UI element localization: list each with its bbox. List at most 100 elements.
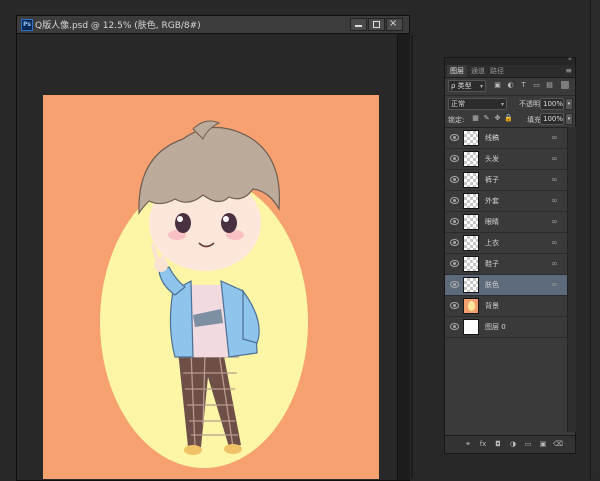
canvas-image[interactable] [43, 95, 379, 479]
lock-image-icon[interactable]: ✎ [482, 114, 491, 123]
link-icon: ∞ [551, 259, 558, 268]
new-layer-icon[interactable]: ▣ [538, 439, 548, 449]
opacity-dropdown-button[interactable]: ▾ [565, 98, 573, 110]
document-scrollbar[interactable] [397, 34, 410, 480]
tab-paths[interactable]: 路径 [487, 65, 507, 77]
layer-name: 外套 [485, 197, 499, 205]
document-title: Q版人像.psd @ 12.5% (肤色, RGB/8#) [35, 21, 201, 31]
link-icon: ∞ [551, 154, 558, 163]
layers-scrollbar[interactable] [567, 127, 576, 432]
layers-panel: « 图层 通道 路径 ≡ ρ 类型 ▾ ▣ ◐ T ▭ ▤ 正常 ▾ 不透明度: 1… [444, 55, 576, 454]
pixel-filter-icon[interactable]: ▣ [493, 81, 502, 90]
layer-thumbnail [463, 298, 479, 314]
maximize-icon [373, 21, 380, 28]
trash-icon[interactable]: ⌫ [553, 439, 563, 449]
fill-dropdown-button[interactable]: ▾ [565, 113, 573, 125]
panel-collapse-bar[interactable]: « [445, 55, 575, 65]
layer-row[interactable]: 裤子 ∞ [445, 170, 567, 191]
opacity-input[interactable]: 100% [540, 98, 564, 110]
layer-thumbnail [463, 193, 479, 209]
layer-row[interactable]: 上衣 ∞ [445, 233, 567, 254]
layer-row-selected[interactable]: 肤色 ∞ [445, 275, 567, 296]
layer-name: 肤色 [485, 281, 499, 289]
layer-row[interactable]: 图层 0 [445, 317, 567, 338]
shape-filter-icon[interactable]: ▭ [532, 81, 541, 90]
document-titlebar[interactable]: Ps Q版人像.psd @ 12.5% (肤色, RGB/8#) × [17, 16, 409, 34]
layer-thumbnail [463, 235, 479, 251]
adjustment-layer-icon[interactable]: ◑ [508, 439, 518, 449]
layer-name: 裤子 [485, 176, 499, 184]
layers-list: 线稿 ∞ 头发 ∞ 裤子 ∞ 外套 ∞ 眼睛 ∞ 上衣 ∞ 鞋子 ∞ 肤色 ∞ [445, 127, 567, 433]
filter-toggle-switch[interactable] [561, 81, 569, 89]
link-icon: ∞ [551, 133, 558, 142]
layer-filter-value: ρ 类型 [451, 82, 472, 90]
layer-row[interactable]: 外套 ∞ [445, 191, 567, 212]
eye-icon[interactable] [450, 281, 459, 288]
adjustment-filter-icon[interactable]: ◐ [506, 81, 515, 90]
link-icon: ∞ [551, 217, 558, 226]
layer-thumbnail [463, 319, 479, 335]
link-icon: ∞ [551, 196, 558, 205]
tab-layers[interactable]: 图层 [447, 65, 467, 77]
link-icon: ∞ [551, 238, 558, 247]
opacity-value: 100% [543, 100, 564, 108]
layer-thumbnail [463, 214, 479, 230]
layer-name: 眼睛 [485, 218, 499, 226]
workspace-divider [411, 35, 413, 479]
layer-thumbnail [463, 277, 479, 293]
layer-thumbnail [463, 256, 479, 272]
smart-object-filter-icon[interactable]: ▤ [545, 81, 554, 90]
panel-menu-icon[interactable]: ≡ [565, 65, 572, 77]
link-layers-icon[interactable]: ⚭ [463, 439, 473, 449]
layer-thumbnail [463, 130, 479, 146]
link-icon: ∞ [551, 175, 558, 184]
layer-row[interactable]: 背景 [445, 296, 567, 317]
chevron-down-icon: ▾ [479, 83, 483, 90]
layer-style-icon[interactable]: fx [478, 439, 488, 449]
chibi-illustration [43, 95, 379, 479]
divider [445, 95, 575, 96]
add-mask-icon[interactable]: ◘ [493, 439, 503, 449]
layer-thumbnail [463, 172, 479, 188]
eye-icon[interactable] [450, 176, 459, 183]
fill-input[interactable]: 100% [540, 113, 564, 125]
workspace-edge [590, 0, 600, 479]
lock-transparent-icon[interactable]: ▦ [471, 114, 480, 123]
new-group-icon[interactable]: ▭ [523, 439, 533, 449]
layer-name: 背景 [485, 302, 499, 310]
tab-channels[interactable]: 通道 [468, 65, 488, 77]
lock-label: 锁定: [448, 116, 465, 124]
eye-icon[interactable] [450, 302, 459, 309]
eye-icon[interactable] [450, 239, 459, 246]
eye-icon[interactable] [450, 218, 459, 225]
chevron-down-icon: ▾ [500, 101, 504, 108]
eye-icon[interactable] [450, 155, 459, 162]
eye-icon[interactable] [450, 323, 459, 330]
layer-name: 线稿 [485, 134, 499, 142]
eye-icon[interactable] [450, 197, 459, 204]
type-filter-icon[interactable]: T [519, 81, 528, 90]
canvas-area[interactable] [17, 34, 397, 480]
close-button[interactable]: × [386, 18, 403, 31]
eye-icon[interactable] [450, 260, 459, 267]
layer-name: 上衣 [485, 239, 499, 247]
layer-row[interactable]: 线稿 ∞ [445, 128, 567, 149]
lock-all-icon[interactable]: 🔒 [504, 114, 513, 123]
eye-icon[interactable] [450, 134, 459, 141]
layer-name: 头发 [485, 155, 499, 163]
photoshop-icon: Ps [21, 19, 33, 31]
panel-footer: ⚭ fx ◘ ◑ ▭ ▣ ⌫ [445, 435, 575, 453]
maximize-button[interactable] [368, 18, 385, 31]
layer-row[interactable]: 眼睛 ∞ [445, 212, 567, 233]
lock-position-icon[interactable]: ✥ [493, 114, 502, 123]
blend-mode-value: 正常 [451, 100, 465, 108]
layer-name: 图层 0 [485, 323, 506, 331]
fill-value: 100% [543, 115, 564, 123]
layer-name: 鞋子 [485, 260, 499, 268]
layer-row[interactable]: 鞋子 ∞ [445, 254, 567, 275]
layer-row[interactable]: 头发 ∞ [445, 149, 567, 170]
minimize-button[interactable] [350, 18, 367, 31]
layer-filter-select[interactable]: ρ 类型 ▾ [448, 80, 486, 92]
collapse-icon[interactable]: « [568, 55, 572, 63]
blend-mode-select[interactable]: 正常 ▾ [448, 98, 507, 110]
